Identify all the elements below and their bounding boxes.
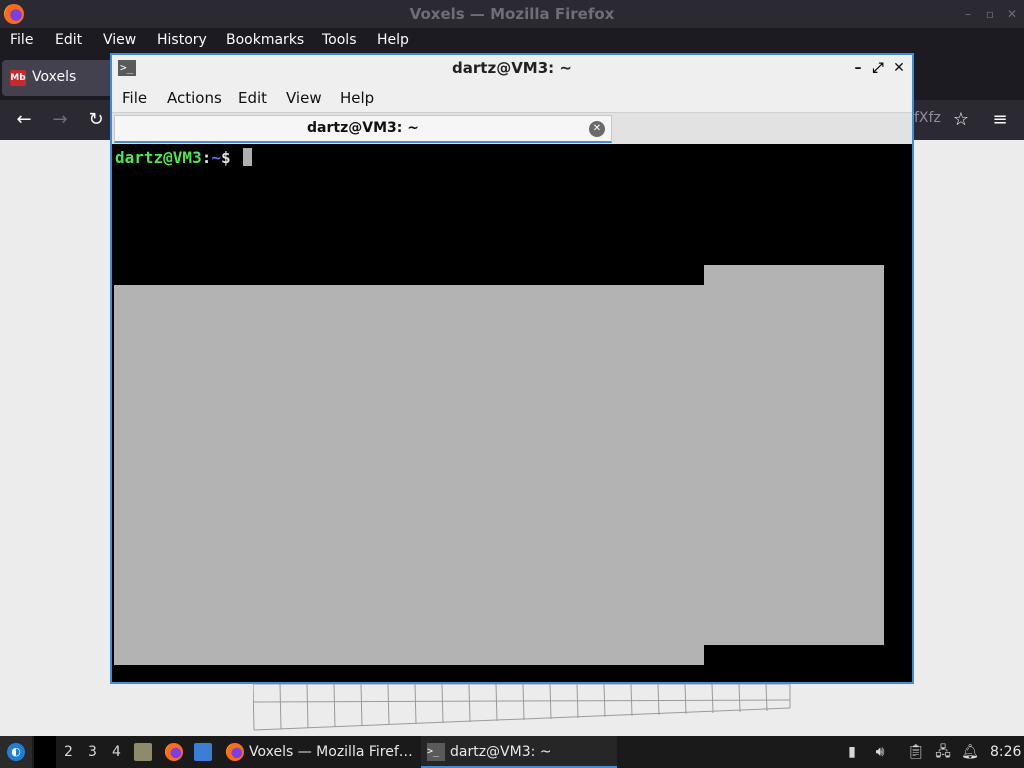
volume-icon[interactable]: 🔊︎ xyxy=(871,743,889,761)
firefox-menubar: File Edit View History Bookmarks Tools H… xyxy=(0,28,1024,54)
firefox-window-title: Voxels — Mozilla Firefox xyxy=(409,5,615,23)
terminal-window: >_ dartz@VM3: ~ – ⤢ ✕ File Actions Edit … xyxy=(110,53,914,684)
rendering-artifact-right xyxy=(704,265,884,645)
terminal-icon: >_ xyxy=(427,743,445,761)
taskbar: ◐ 2 3 4 Voxels — Mozilla Firef… >_ dartz… xyxy=(0,736,1024,768)
task-firefox-label: Voxels — Mozilla Firef… xyxy=(249,744,413,760)
terminal-close-icon[interactable]: ✕ xyxy=(891,59,907,77)
terminal-tabbar: dartz@VM3: ~ ✕ xyxy=(112,112,912,144)
terminal-tab-label: dartz@VM3: ~ xyxy=(307,120,419,136)
battery-icon[interactable]: ▮ xyxy=(843,743,861,761)
firefox-menu-bookmarks[interactable]: Bookmarks xyxy=(226,32,304,48)
notification-icon[interactable]: 🔔︎ xyxy=(961,743,979,761)
shell-prompt: dartz@VM3:~$ xyxy=(115,148,252,167)
terminal-titlebar[interactable]: >_ dartz@VM3: ~ – ⤢ ✕ xyxy=(112,55,912,82)
firefox-tab-label: Voxels xyxy=(32,69,77,85)
terminal-window-title: dartz@VM3: ~ xyxy=(452,59,572,77)
text-cursor xyxy=(242,148,252,166)
firefox-menu-view[interactable]: View xyxy=(103,32,136,48)
terminal-minimize-icon[interactable]: – xyxy=(850,59,866,77)
clock[interactable]: 8:26 xyxy=(990,744,1021,760)
firefox-tab-voxels[interactable]: Mb Voxels xyxy=(2,60,122,96)
url-bar-fragment[interactable]: fXfz xyxy=(914,110,941,126)
firefox-menu-history[interactable]: History xyxy=(157,32,207,48)
task-terminal-label: dartz@VM3: ~ xyxy=(450,744,552,760)
distro-logo-icon: ◐ xyxy=(7,743,25,761)
terminal-menu-help[interactable]: Help xyxy=(340,89,374,107)
network-icon[interactable]: 🖧︎ xyxy=(934,743,952,761)
workspace-4[interactable]: 4 xyxy=(112,744,121,760)
task-firefox[interactable]: Voxels — Mozilla Firef… xyxy=(222,736,418,768)
terminal-tab[interactable]: dartz@VM3: ~ ✕ xyxy=(114,115,612,143)
terminal-menu-edit[interactable]: Edit xyxy=(238,89,267,107)
start-menu-button[interactable]: ◐ xyxy=(0,736,32,768)
firefox-icon xyxy=(226,743,244,761)
file-manager-launcher-icon[interactable] xyxy=(134,743,152,761)
terminal-menu-view[interactable]: View xyxy=(286,89,322,107)
voxels-favicon-icon: Mb xyxy=(10,70,26,86)
workspace-3[interactable]: 3 xyxy=(88,744,97,760)
forward-arrow-icon[interactable]: → xyxy=(48,108,72,132)
prompt-symbol: $ xyxy=(220,148,231,167)
terminal-screen[interactable]: dartz@VM3:~$ xyxy=(112,144,912,682)
firefox-menu-tools[interactable]: Tools xyxy=(322,32,357,48)
terminal-restore-icon[interactable]: ⤢ xyxy=(870,59,886,77)
firefox-close-icon[interactable]: ✕ xyxy=(1004,6,1020,22)
task-terminal[interactable]: >_ dartz@VM3: ~ xyxy=(421,736,617,768)
firefox-launcher-icon[interactable] xyxy=(165,743,183,761)
clipboard-icon[interactable]: 📋︎ xyxy=(907,743,925,761)
firefox-menu-help[interactable]: Help xyxy=(377,32,409,48)
terminal-menu-actions[interactable]: Actions xyxy=(167,89,222,107)
prompt-separator: : xyxy=(201,148,212,167)
prompt-user: dartz@VM3 xyxy=(115,148,202,167)
terminal-menubar: File Actions Edit View Help xyxy=(112,82,912,112)
workspace-1-active[interactable] xyxy=(34,736,56,768)
prompt-path: ~ xyxy=(211,148,221,167)
tab-close-icon[interactable]: ✕ xyxy=(589,121,605,137)
firefox-titlebar: Voxels — Mozilla Firefox – ▫ ✕ xyxy=(0,0,1024,28)
desktop-launcher-icon[interactable] xyxy=(194,743,212,761)
bookmark-star-icon[interactable]: ☆ xyxy=(949,108,973,132)
reload-icon[interactable]: ↻ xyxy=(84,108,108,132)
rendering-artifact-left xyxy=(114,285,704,665)
firefox-minimize-icon[interactable]: – xyxy=(960,6,976,22)
back-arrow-icon[interactable]: ← xyxy=(12,108,36,132)
workspace-2[interactable]: 2 xyxy=(64,744,73,760)
background-grid xyxy=(253,684,791,731)
hamburger-menu-icon[interactable]: ≡ xyxy=(988,108,1012,132)
firefox-menu-file[interactable]: File xyxy=(10,32,33,48)
firefox-maximize-icon[interactable]: ▫ xyxy=(982,6,998,22)
firefox-menu-edit[interactable]: Edit xyxy=(55,32,82,48)
terminal-menu-file[interactable]: File xyxy=(122,89,147,107)
